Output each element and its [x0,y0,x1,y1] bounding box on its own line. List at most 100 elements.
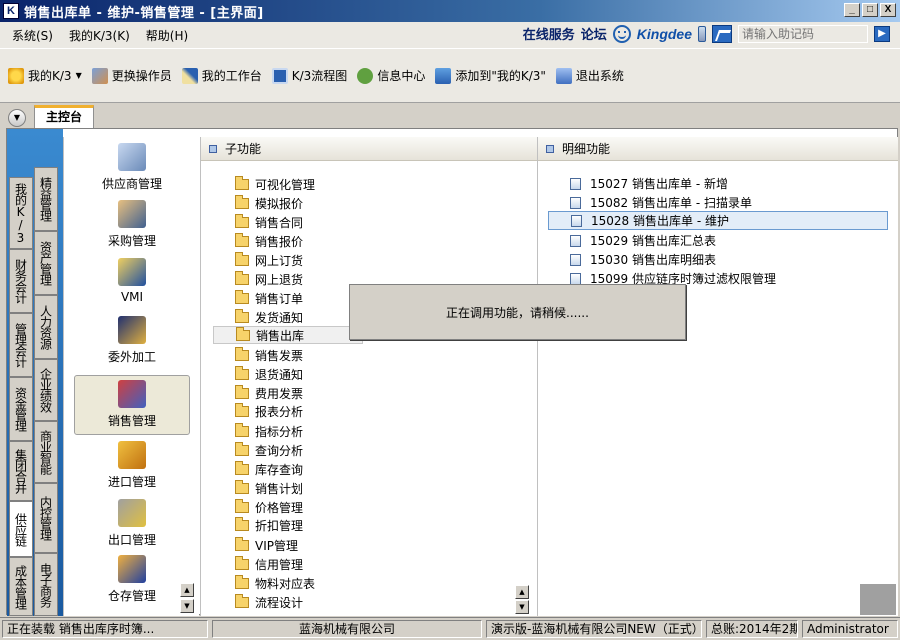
detail-code: 15029 [590,233,629,248]
vtab-finance[interactable]: 财务会计 [9,249,33,313]
vtab-hr[interactable]: 人力资源 [34,295,58,359]
help-code-input[interactable] [738,24,868,43]
toolbar-change-operator[interactable]: 更换操作员 [91,67,172,84]
vtab-supply-chain[interactable]: 供应链 [9,501,33,557]
status-bar: 正在装载 销售出库序时簿... 蓝海机械有限公司 演示版-蓝海机械有限公司NEW… [0,617,900,640]
folder-label: 发货通知 [255,310,304,325]
folder-item-selected[interactable]: 销售出库 [213,326,363,344]
toolbar-my-k3[interactable]: 我的K/3 ▼ [8,67,82,84]
outsourcing-icon [118,316,146,344]
online-service-link[interactable]: 在线服务 [523,24,575,43]
vtab-group[interactable]: 集团合并 [9,441,33,501]
folder-icon [235,498,249,513]
folder-icon [235,175,249,190]
module-sales[interactable]: 销售管理 [74,375,190,435]
folder-item[interactable]: 库存查询 [235,460,303,478]
folder-item[interactable]: 物料对应表 [235,574,315,592]
folder-label: 销售发票 [255,348,304,363]
minimize-button[interactable]: _ [844,3,860,17]
folder-item[interactable]: 退货通知 [235,365,303,383]
module-warehouse[interactable]: 仓存管理 [74,551,190,607]
folder-item[interactable]: 网上订货 [235,251,303,269]
vtab-ecommerce[interactable]: 电子商务 [34,553,58,616]
help-code-icon [712,24,732,43]
folder-item[interactable]: 折扣管理 [235,516,303,534]
tab-main-console[interactable]: 主控台 [34,105,94,129]
folder-item[interactable]: 发货通知 [235,308,303,326]
subfunction-panel: 子功能 可视化管理 模拟报价 销售合同 销售报价 网上订货 网上退货 销售订单 … [200,137,537,616]
module-vmi[interactable]: VMI [74,254,190,310]
module-scroll-down-icon[interactable]: ▼ [180,599,194,613]
folder-item[interactable]: 信用管理 [235,555,303,573]
module-label: 仓存管理 [107,589,156,603]
maximize-button[interactable]: □ [862,3,878,17]
folder-icon [235,460,249,475]
forum-link[interactable]: 论坛 [581,24,607,43]
module-purchase[interactable]: 采购管理 [74,196,190,252]
folder-label: 物料对应表 [255,576,316,591]
module-outsourcing[interactable]: 委外加工 [74,312,190,368]
detail-item[interactable]: 15030 销售出库明细表 [570,250,716,269]
vtab-management-accounting[interactable]: 管理会计 [9,313,33,377]
folder-item[interactable]: 可视化管理 [235,175,315,193]
folder-item[interactable]: 模拟报价 [235,194,303,212]
toolbar-exit[interactable]: 退出系统 [555,67,624,84]
detail-item-selected[interactable]: 15028 销售出库单 - 维护 [548,211,888,230]
folder-item[interactable]: 指标分析 [235,422,303,440]
vtab-bi[interactable]: 商业智能 [34,421,58,483]
phone-icon[interactable] [698,25,706,42]
vtab-internal-control[interactable]: 内控管理 [34,483,58,553]
title-bar: K 销售出库单 - 维护-销售管理 - [主界面] _ □ X [0,0,900,22]
tab-row: ▼ 主控台 [0,102,900,129]
vtab-cost[interactable]: 成本管理 [9,557,33,616]
detail-item[interactable]: 15027 销售出库单 - 新增 [570,174,728,193]
subfunction-scroll-down-icon[interactable]: ▼ [515,600,529,614]
close-button[interactable]: X [880,3,896,17]
detail-item[interactable]: 15082 销售出库单 - 扫描录单 [570,193,752,212]
folder-item[interactable]: 费用发票 [235,384,303,402]
detail-item[interactable]: 15029 销售出库汇总表 [570,231,716,250]
folder-item[interactable]: VIP管理 [235,536,298,554]
vtab-my-k3[interactable]: 我的K/3 [9,177,33,249]
smile-icon[interactable] [612,24,631,43]
toolbar-add-to-my-k3[interactable]: 添加到"我的K/3" [435,67,546,84]
document-icon [570,234,581,247]
toolbar-my-k3-label: 我的K/3 [28,69,72,83]
status-user: Administrator [802,620,898,638]
vtab-fund[interactable]: 资金管理 [9,377,33,441]
folder-item[interactable]: 网上退货 [235,270,303,288]
module-supplier[interactable]: 供应商管理 [74,139,190,195]
folder-item[interactable]: 流程设计 [235,593,303,611]
subfunction-scroll-up-icon[interactable]: ▲ [515,585,529,599]
toolbar-exit-label: 退出系统 [575,69,624,83]
folder-item[interactable]: 销售合同 [235,213,303,231]
toolbar-info-center[interactable]: 信息中心 [357,67,425,84]
toolbar-flowchart[interactable]: K/3流程图 [271,67,347,84]
module-label: 销售管理 [107,414,156,428]
toolbar-my-workbench[interactable]: 我的工作台 [181,67,262,84]
folder-item[interactable]: 销售报价 [235,232,303,250]
module-import[interactable]: 进口管理 [74,437,190,493]
menu-help[interactable]: 帮助(H) [146,27,188,44]
folder-icon [235,270,249,285]
vtab-asset[interactable]: 资产管理 [34,231,58,295]
menu-my-k3[interactable]: 我的K/3(K) [69,27,130,44]
folder-item[interactable]: 销售订单 [235,289,303,307]
module-label: 采购管理 [107,234,156,248]
loading-message: 正在调用功能，请稍候...... [446,305,589,320]
folder-item[interactable]: 价格管理 [235,498,303,516]
folder-icon [235,346,249,361]
folder-item[interactable]: 报表分析 [235,402,303,420]
folder-item[interactable]: 销售计划 [235,479,303,497]
module-scroll-up-icon[interactable]: ▲ [180,583,194,597]
folder-label: 价格管理 [255,500,304,515]
vtab-performance[interactable]: 企业绩效 [34,359,58,421]
folder-item[interactable]: 查询分析 [235,441,303,459]
folder-icon [235,479,249,494]
module-export[interactable]: 出口管理 [74,495,190,551]
go-arrow-icon[interactable]: ▶ [874,25,890,42]
tab-list-dropdown-icon[interactable]: ▼ [8,109,26,127]
folder-item[interactable]: 销售发票 [235,346,303,364]
vtab-lean[interactable]: 精益管理 [34,167,58,231]
menu-system[interactable]: 系统(S) [12,27,53,44]
